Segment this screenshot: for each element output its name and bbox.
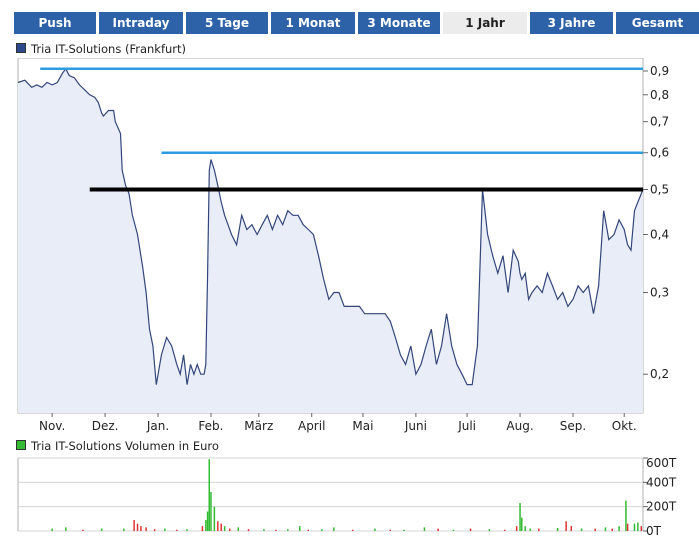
- tab-1-monat[interactable]: 1 Monat: [271, 12, 355, 34]
- price-x-tick-label: Sep.: [560, 419, 586, 433]
- price-y-tick-label: 0,5: [650, 183, 669, 197]
- price-y-tick-label: 0,7: [650, 115, 669, 129]
- volume-y-tick-label: 200T: [646, 500, 677, 514]
- price-y-tick-label: 0,9: [650, 64, 669, 78]
- tab-5-tage[interactable]: 5 Tage: [186, 12, 268, 34]
- volume-y-tick-label: 400T: [646, 475, 677, 489]
- price-legend-swatch: [16, 43, 26, 53]
- tab-push[interactable]: Push: [14, 12, 96, 34]
- price-chart: 0,9 0,8 0,7 0,6 0,5 0,4 0,3 0,2 Nov. Dez. Jan. Feb.…: [17, 58, 669, 433]
- volume-chart: 600T 400T 200T 0T: [17, 456, 677, 538]
- tab-gesamt[interactable]: Gesamt: [616, 12, 699, 34]
- price-x-tick-label: Juni: [404, 419, 427, 433]
- price-y-tick-label: 0,6: [650, 146, 669, 160]
- tab-3-monate[interactable]: 3 Monate: [358, 12, 440, 34]
- price-x-tick-label: Juli: [457, 419, 476, 433]
- tab-intraday[interactable]: Intraday: [99, 12, 183, 34]
- price-legend: Tria IT-Solutions (Frankfurt): [16, 42, 186, 56]
- price-x-tick-label: Jan.: [146, 419, 169, 433]
- volume-y-tick-label: 600T: [646, 456, 677, 470]
- price-legend-label: Tria IT-Solutions (Frankfurt): [31, 42, 187, 56]
- price-x-tick-label: Nov.: [39, 419, 65, 433]
- price-x-tick-label: Aug.: [506, 419, 533, 433]
- tab-1-jahr[interactable]: 1 Jahr: [443, 12, 527, 34]
- tab-3-jahre[interactable]: 3 Jahre: [530, 12, 613, 34]
- volume-legend: Tria IT-Solutions Volumen in Euro: [16, 439, 219, 453]
- price-x-tick-label: März: [244, 419, 273, 433]
- price-y-tick-label: 0,2: [650, 367, 669, 381]
- price-y-tick-label: 0,3: [650, 285, 669, 299]
- price-x-tick-label: Okt.: [612, 419, 637, 433]
- volume-legend-swatch: [16, 440, 26, 450]
- price-x-tick-label: Dez.: [92, 419, 119, 433]
- volume-legend-label: Tria IT-Solutions Volumen in Euro: [31, 439, 219, 453]
- price-x-tick-label: April: [298, 419, 325, 433]
- volume-y-tick-label: 0T: [646, 524, 662, 538]
- price-x-tick-label: Mai: [352, 419, 373, 433]
- price-y-tick-label: 0,8: [650, 88, 669, 102]
- price-y-tick-label: 0,4: [650, 227, 669, 241]
- volume-plot-area: [17, 457, 644, 532]
- timeframe-tab-bar: Push Intraday 5 Tage 1 Monat 3 Monate 1 …: [14, 12, 699, 34]
- price-x-tick-label: Feb.: [198, 419, 223, 433]
